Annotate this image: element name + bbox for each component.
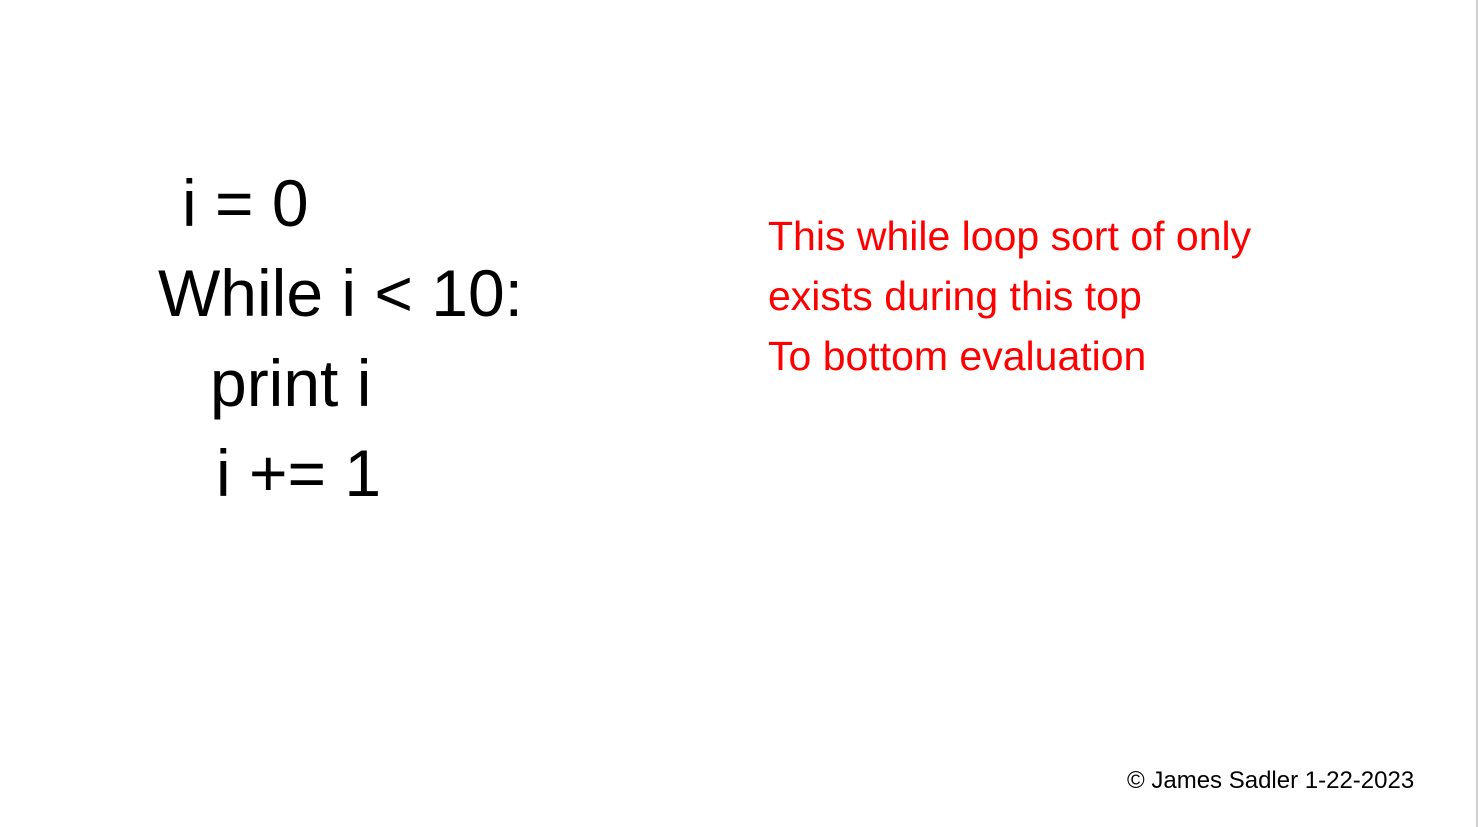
note-line-2: exists during this top — [768, 273, 1142, 319]
code-line-while: While i < 10: — [158, 256, 523, 330]
copyright-notice: © James Sadler 1-22-2023 — [1127, 767, 1415, 794]
slide: i = 0 While i < 10: print i i += 1 This … — [0, 0, 1478, 827]
annotation-note: This while loop sort of only exists duri… — [768, 206, 1408, 386]
code-line-print: print i — [210, 346, 372, 420]
note-line-3: To bottom evaluation — [768, 333, 1147, 379]
note-line-1: This while loop sort of only — [768, 213, 1252, 259]
code-line-init: i = 0 — [182, 166, 309, 240]
code-line-increment: i += 1 — [216, 436, 382, 510]
